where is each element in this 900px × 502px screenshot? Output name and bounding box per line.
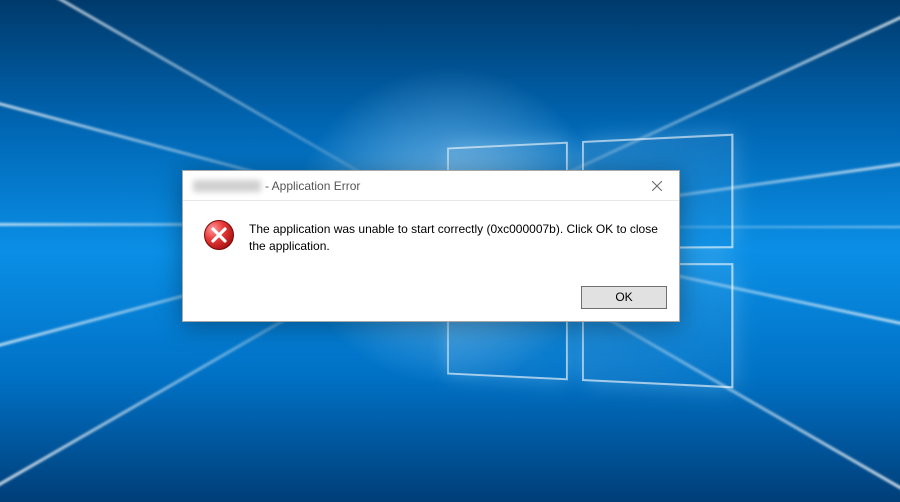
dialog-content: The application was unable to start corr… [183,201,679,278]
dialog-button-row: OK [183,278,679,321]
ok-button[interactable]: OK [581,286,667,309]
close-button[interactable] [634,171,679,201]
error-icon [203,219,235,251]
close-icon [652,181,662,191]
dialog-title: - Application Error [265,179,360,193]
dialog-titlebar[interactable]: - Application Error [183,171,679,201]
error-dialog: - Application Error [182,170,680,322]
error-message: The application was unable to start corr… [249,219,659,256]
app-name-blurred [193,180,261,192]
